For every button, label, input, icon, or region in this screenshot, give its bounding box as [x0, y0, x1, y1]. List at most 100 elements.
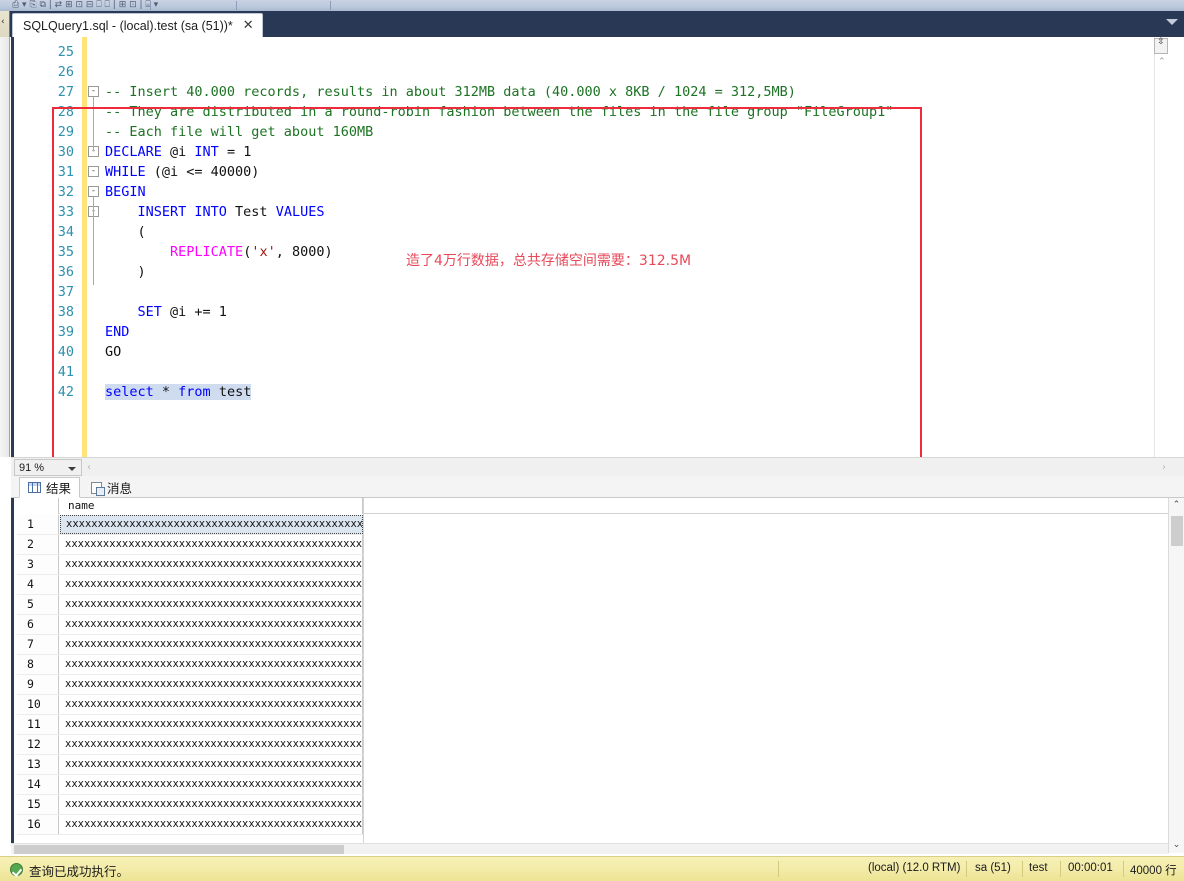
table-row[interactable]: 7 xxxxxxxxxxxxxxxxxxxxxxxxxxxxxxxxxxxxxxx… [17, 635, 363, 655]
code-line[interactable]: -- They are distributed in a round-robin… [105, 102, 893, 122]
status-server: (local) (12.0 RTM) [868, 862, 961, 874]
code-line[interactable]: ) [105, 262, 146, 282]
grid-cell-name[interactable]: xxxxxxxxxxxxxxxxxxxxxxxxxxxxxxxxxxxxxxxx… [60, 655, 363, 674]
grid-cell-name[interactable]: xxxxxxxxxxxxxxxxxxxxxxxxxxxxxxxxxxxxxxxx… [60, 755, 363, 774]
grid-cell-name[interactable]: xxxxxxxxxxxxxxxxxxxxxxxxxxxxxxxxxxxxxxxx… [60, 515, 363, 534]
editor-splitter-handle[interactable]: ⇳ [1154, 38, 1168, 54]
grid-cell-name[interactable]: xxxxxxxxxxxxxxxxxxxxxxxxxxxxxxxxxxxxxxxx… [60, 815, 363, 834]
chevron-down-icon[interactable] [68, 467, 76, 471]
row-header-cell[interactable]: 10 [17, 695, 59, 714]
table-row[interactable]: 1 xxxxxxxxxxxxxxxxxxxxxxxxxxxxxxxxxxxxxxx… [17, 515, 363, 535]
row-header-cell[interactable]: 13 [17, 755, 59, 774]
tabstrip-scroll-left[interactable]: ‹ [0, 11, 10, 37]
table-row[interactable]: 8 xxxxxxxxxxxxxxxxxxxxxxxxxxxxxxxxxxxxxxx… [17, 655, 363, 675]
sql-editor-pane[interactable]: 25 26 27- -- Insert 40.000 records, results… [11, 37, 1169, 457]
grid-cell-name[interactable]: xxxxxxxxxxxxxxxxxxxxxxxxxxxxxxxxxxxxxxxx… [60, 635, 363, 654]
grid-cell-name[interactable]: xxxxxxxxxxxxxxxxxxxxxxxxxxxxxxxxxxxxxxxx… [60, 535, 363, 554]
row-header-cell[interactable]: 5 [17, 595, 59, 614]
row-header-cell[interactable]: 7 [17, 635, 59, 654]
grid-cell-name[interactable]: xxxxxxxxxxxxxxxxxxxxxxxxxxxxxxxxxxxxxxxx… [60, 615, 363, 634]
left-docked-panel-edge[interactable] [0, 37, 10, 457]
zoom-level-combobox[interactable]: 91 % [14, 459, 82, 476]
code-line[interactable]: -- Insert 40.000 records, results in abo… [105, 82, 796, 102]
hscroll-right-icon[interactable]: › [1162, 462, 1166, 473]
column-header-name[interactable]: name [60, 498, 363, 514]
row-header-cell[interactable]: 3 [17, 555, 59, 574]
row-header-cell[interactable]: 15 [17, 795, 59, 814]
grid-cell-name[interactable]: xxxxxxxxxxxxxxxxxxxxxxxxxxxxxxxxxxxxxxxx… [60, 675, 363, 694]
grid-cell-name[interactable]: xxxxxxxxxxxxxxxxxxxxxxxxxxxxxxxxxxxxxxxx… [60, 775, 363, 794]
code-line[interactable]: ( [105, 222, 146, 242]
fold-toggle-icon[interactable]: - [88, 86, 99, 97]
toolbar-glyphs[interactable]: ⎙ ▾ ⎘ ⧉ | ⇄ ⊞ ⊡ ⊟ ⎕ ⎕ | ⊞ ⊡ | ⌸ ▾ [12, 0, 158, 11]
tab-messages[interactable]: 消息 [83, 477, 140, 498]
table-row[interactable]: 14 xxxxxxxxxxxxxxxxxxxxxxxxxxxxxxxxxxxxxx… [17, 775, 363, 795]
row-header-cell[interactable]: 9 [17, 675, 59, 694]
grid-cell-name[interactable]: xxxxxxxxxxxxxxxxxxxxxxxxxxxxxxxxxxxxxxxx… [60, 715, 363, 734]
scroll-up-button[interactable]: ⌃ [1169, 498, 1184, 513]
code-line[interactable]: DECLARE @i INT = 1 [105, 142, 251, 162]
fold-toggle-icon[interactable]: - [88, 166, 99, 177]
code-line[interactable]: GO [105, 342, 121, 362]
table-row[interactable]: 9 xxxxxxxxxxxxxxxxxxxxxxxxxxxxxxxxxxxxxxx… [17, 675, 363, 695]
tab-sqlquery1[interactable]: SQLQuery1.sql - (local).test (sa (51))* … [12, 13, 263, 37]
table-row[interactable]: 13 xxxxxxxxxxxxxxxxxxxxxxxxxxxxxxxxxxxxxx… [17, 755, 363, 775]
grid-cell-name[interactable]: xxxxxxxxxxxxxxxxxxxxxxxxxxxxxxxxxxxxxxxx… [60, 695, 363, 714]
chevron-down-icon[interactable] [1166, 19, 1178, 25]
code-token: * [153, 384, 179, 400]
row-header-cell[interactable]: 2 [17, 535, 59, 554]
grid-header-row: name [17, 498, 1169, 514]
tab-results[interactable]: 结果 [19, 477, 81, 498]
table-row[interactable]: 4 xxxxxxxxxxxxxxxxxxxxxxxxxxxxxxxxxxxxxxx… [17, 575, 363, 595]
code-line[interactable]: REPLICATE('x', 8000) [105, 242, 333, 262]
code-token: ( [105, 224, 146, 240]
code-line[interactable]: select * from test [105, 382, 252, 402]
row-header-cell[interactable]: 11 [17, 715, 59, 734]
row-header-cell[interactable]: 14 [17, 775, 59, 794]
table-row[interactable]: 16 xxxxxxxxxxxxxxxxxxxxxxxxxxxxxxxxxxxxxx… [17, 815, 363, 835]
table-row[interactable]: 11 xxxxxxxxxxxxxxxxxxxxxxxxxxxxxxxxxxxxxx… [17, 715, 363, 735]
table-row[interactable]: 3 xxxxxxxxxxxxxxxxxxxxxxxxxxxxxxxxxxxxxxx… [17, 555, 363, 575]
results-grid[interactable]: name 1 xxxxxxxxxxxxxxxxxxxxxxxxxxxxxxxxxx… [17, 498, 1169, 853]
editor-zoom-bar[interactable]: 91 % ‹ › [11, 457, 1184, 476]
table-row[interactable]: 6 xxxxxxxxxxxxxxxxxxxxxxxxxxxxxxxxxxxxxxx… [17, 615, 363, 635]
grid-cell-name[interactable]: xxxxxxxxxxxxxxxxxxxxxxxxxxxxxxxxxxxxxxxx… [60, 555, 363, 574]
fold-toggle-icon[interactable]: - [88, 186, 99, 197]
code-line[interactable]: INSERT INTO Test VALUES [105, 202, 325, 222]
hscrollbar-thumb[interactable] [14, 845, 344, 854]
table-row[interactable]: 12 xxxxxxxxxxxxxxxxxxxxxxxxxxxxxxxxxxxxxx… [17, 735, 363, 755]
table-row[interactable]: 15 xxxxxxxxxxxxxxxxxxxxxxxxxxxxxxxxxxxxxx… [17, 795, 363, 815]
table-row[interactable]: 2 xxxxxxxxxxxxxxxxxxxxxxxxxxxxxxxxxxxxxxx… [17, 535, 363, 555]
close-icon[interactable]: ✕ [243, 19, 254, 32]
row-header-cell[interactable]: 16 [17, 815, 59, 834]
grid-cell-name[interactable]: xxxxxxxxxxxxxxxxxxxxxxxxxxxxxxxxxxxxxxxx… [60, 575, 363, 594]
code-line[interactable]: END [105, 322, 129, 342]
table-row[interactable]: 10 xxxxxxxxxxxxxxxxxxxxxxxxxxxxxxxxxxxxxx… [17, 695, 363, 715]
code-line[interactable]: -- Each file will get about 160MB [105, 122, 373, 142]
grid-cell-name[interactable]: xxxxxxxxxxxxxxxxxxxxxxxxxxxxxxxxxxxxxxxx… [60, 595, 363, 614]
row-header-cell[interactable]: 4 [17, 575, 59, 594]
results-horizontal-scrollbar[interactable] [11, 843, 1168, 854]
document-tabstrip: ‹ SQLQuery1.sql - (local).test (sa (51))… [0, 11, 1184, 37]
code-line[interactable]: BEGIN [105, 182, 146, 202]
results-grid-pane[interactable]: name 1 xxxxxxxxxxxxxxxxxxxxxxxxxxxxxxxxxx… [11, 498, 1184, 853]
grid-cell-name[interactable]: xxxxxxxxxxxxxxxxxxxxxxxxxxxxxxxxxxxxxxxx… [60, 735, 363, 754]
row-header-cell[interactable]: 6 [17, 615, 59, 634]
results-vertical-scrollbar[interactable]: ⌃ ⌄ [1168, 498, 1184, 853]
row-header-cell[interactable]: 12 [17, 735, 59, 754]
code-line[interactable]: WHILE (@i <= 40000) [105, 162, 259, 182]
code-token: SET [137, 304, 162, 320]
scroll-down-button[interactable]: ⌄ [1169, 838, 1184, 853]
grid-cell-name[interactable]: xxxxxxxxxxxxxxxxxxxxxxxxxxxxxxxxxxxxxxxx… [60, 795, 363, 814]
editor-vertical-scrollbar[interactable]: ⌃ [1154, 37, 1169, 457]
hscroll-left-icon[interactable]: ‹ [87, 462, 91, 473]
scrollbar-thumb[interactable] [1171, 516, 1183, 546]
row-header-cell[interactable]: 1 [17, 515, 59, 534]
scroll-up-icon[interactable]: ⌃ [1158, 57, 1166, 67]
row-header-cell[interactable]: 8 [17, 655, 59, 674]
main-toolbar[interactable]: ⎙ ▾ ⎘ ⧉ | ⇄ ⊞ ⊡ ⊟ ⎕ ⎕ | ⊞ ⊡ | ⌸ ▾ [0, 0, 1184, 11]
grid-corner-cell[interactable] [17, 498, 59, 514]
table-row[interactable]: 5 xxxxxxxxxxxxxxxxxxxxxxxxxxxxxxxxxxxxxxx… [17, 595, 363, 615]
code-line[interactable]: SET @i += 1 [105, 302, 227, 322]
annotation-label: 造了4万行数据，总共存储空间需要：312.5M [406, 253, 692, 269]
